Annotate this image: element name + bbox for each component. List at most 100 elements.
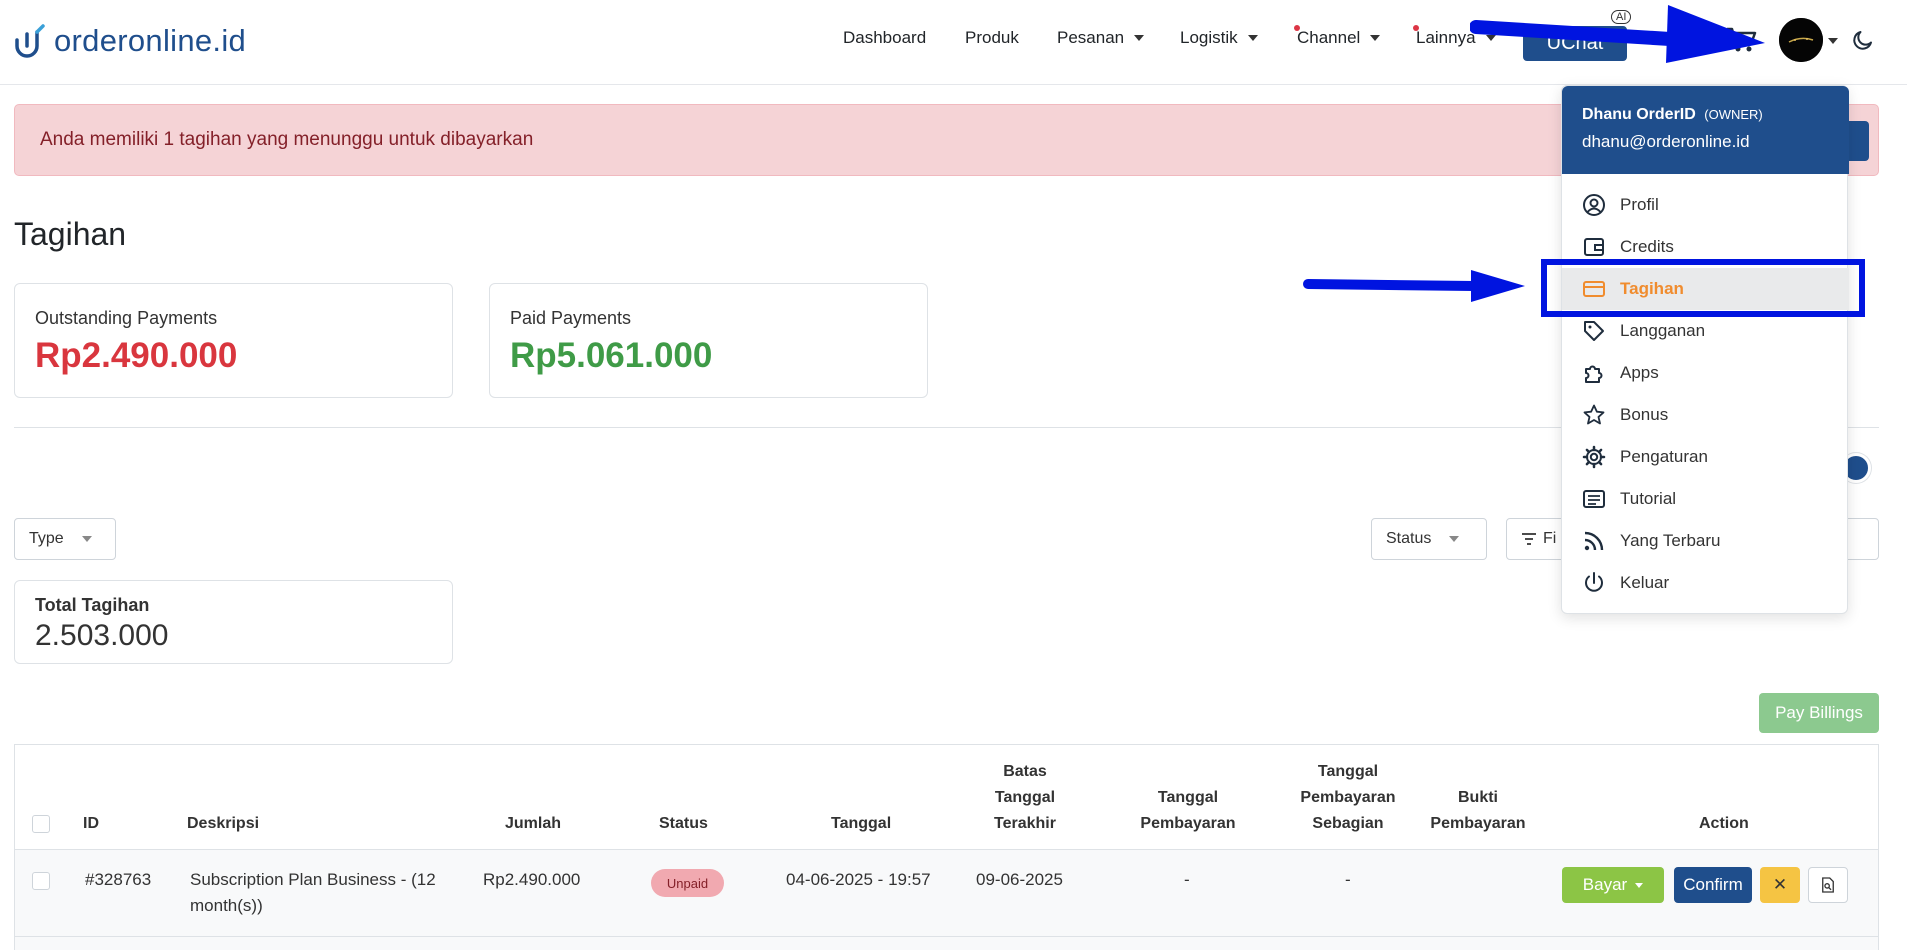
row-batas: 09-06-2025 <box>976 870 1063 889</box>
menu-item-apps[interactable]: Apps <box>1562 352 1849 394</box>
select-all-checkbox[interactable] <box>32 815 50 833</box>
top-navbar: orderonline.id Dashboard Produk Pesanan … <box>0 0 1907 85</box>
cancel-button[interactable]: ✕ <box>1760 867 1800 903</box>
user-name-line: Dhanu OrderID (OWNER) <box>1582 106 1829 124</box>
nav-dashboard[interactable]: Dashboard <box>843 28 926 48</box>
row-checkbox[interactable] <box>32 872 50 890</box>
chevron-down-icon[interactable] <box>1828 38 1838 44</box>
bayar-label: Bayar <box>1582 875 1628 894</box>
user-circle-icon <box>1583 194 1605 216</box>
total-value: 2.503.000 <box>35 619 169 652</box>
th-line: Pembayaran <box>1140 815 1236 832</box>
view-invoice-button[interactable] <box>1808 867 1848 903</box>
confirm-button[interactable]: Confirm <box>1674 867 1752 903</box>
menu-item-label: Pengaturan <box>1620 447 1708 466</box>
chevron-down-icon <box>81 536 92 542</box>
th-line: Batas <box>1003 763 1047 780</box>
total-tagihan-card: Total Tagihan 2.503.000 <box>14 580 453 664</box>
user-menu-header: Dhanu OrderID (OWNER) dhanu@orderonline.… <box>1562 86 1849 174</box>
star-icon <box>1583 404 1605 425</box>
paid-payments-card: Paid Payments Rp5.061.000 <box>489 283 928 398</box>
th-tanggal-pembayaran-sebagian: Tanggal Pembayaran Sebagian <box>1293 759 1403 837</box>
chevron-down-icon <box>1449 536 1460 542</box>
menu-item-label: Apps <box>1620 363 1659 382</box>
th-bukti-pembayaran: Bukti Pembayaran <box>1423 785 1533 837</box>
th-line: Pembayaran <box>1300 789 1396 806</box>
rss-icon <box>1584 531 1604 551</box>
nav-channel[interactable]: Channel <box>1294 25 1381 48</box>
row-tanggal-pembayaran: - <box>1184 870 1190 889</box>
pay-billings-button[interactable]: Pay Billings <box>1759 693 1879 733</box>
billing-table: ID Deskripsi Jumlah Status Tanggal Batas… <box>14 744 1879 950</box>
row-tanggal-pembayaran-sebagian: - <box>1345 870 1351 889</box>
chevron-down-icon <box>1635 882 1644 888</box>
user-role: (OWNER) <box>1704 107 1763 122</box>
menu-item-label: Yang Terbaru <box>1620 531 1721 550</box>
menu-item-label: Keluar <box>1620 573 1670 592</box>
power-icon <box>1585 572 1603 592</box>
nav-lainnya[interactable]: Lainnya <box>1413 25 1496 48</box>
tag-icon <box>1584 321 1604 341</box>
filter-icon <box>1522 533 1536 545</box>
notification-dot <box>1294 25 1300 31</box>
row-deskripsi: Subscription Plan Business - (12 month(s… <box>190 867 436 919</box>
th-line: Terakhir <box>994 815 1056 832</box>
bayar-button[interactable]: Bayar <box>1562 867 1664 903</box>
notification-dot <box>1413 25 1419 31</box>
cart-icon[interactable] <box>1725 26 1757 54</box>
menu-item-bonus[interactable]: Bonus <box>1562 394 1849 436</box>
menu-item-pengaturan[interactable]: Pengaturan <box>1562 436 1849 478</box>
menu-item-label: Bonus <box>1620 405 1669 424</box>
status-badge: Unpaid <box>651 869 724 897</box>
status-filter-label: Status <box>1386 530 1432 547</box>
th-id: ID <box>83 815 99 832</box>
menu-item-keluar[interactable]: Keluar <box>1562 562 1849 604</box>
avatar[interactable] <box>1779 18 1823 62</box>
th-action: Action <box>1699 815 1749 832</box>
th-line: Tanggal <box>1157 789 1219 806</box>
nav-pesanan[interactable]: Pesanan <box>1057 28 1145 48</box>
th-line: Sebagian <box>1312 815 1384 832</box>
logo-icon <box>15 24 45 58</box>
brand-logo[interactable]: orderonline.id <box>14 22 246 60</box>
alert-text: Anda memiliki 1 tagihan yang menunggu un… <box>40 129 534 150</box>
document-search-icon <box>1822 877 1834 893</box>
type-filter[interactable]: Type <box>14 518 116 560</box>
paid-label: Paid Payments <box>510 308 632 328</box>
status-filter[interactable]: Status <box>1371 518 1487 560</box>
menu-item-tutorial[interactable]: Tutorial <box>1562 478 1849 520</box>
row-divider <box>15 936 1878 937</box>
chevron-down-icon <box>1134 35 1145 41</box>
gear-icon <box>1582 445 1606 469</box>
type-filter-label: Type <box>29 530 64 547</box>
tagihan-highlight-box <box>1541 259 1865 317</box>
user-email: dhanu@orderonline.id <box>1582 132 1750 151</box>
annotation-arrow-icon <box>1303 270 1525 302</box>
menu-item-profil[interactable]: Profil <box>1562 184 1849 226</box>
th-status: Status <box>659 815 708 832</box>
chevron-down-icon <box>1370 35 1381 41</box>
moon-icon[interactable] <box>1851 28 1875 52</box>
menu-item-yang-terbaru[interactable]: Yang Terbaru <box>1562 520 1849 562</box>
nav-produk[interactable]: Produk <box>965 28 1019 48</box>
brand-name: orderonline.id <box>54 23 247 58</box>
menu-item-label: Tutorial <box>1620 489 1677 508</box>
nav-produk-label: Produk <box>965 28 1019 47</box>
th-deskripsi: Deskripsi <box>187 815 260 832</box>
nav-logistik[interactable]: Logistik <box>1180 28 1258 48</box>
th-tanggal: Tanggal <box>831 815 892 832</box>
paid-amount: Rp5.061.000 <box>510 336 713 375</box>
row-deskripsi-line: month(s)) <box>190 896 263 915</box>
th-jumlah: Jumlah <box>505 815 562 832</box>
outstanding-label: Outstanding Payments <box>35 308 218 328</box>
row-id: #328763 <box>85 870 152 889</box>
total-label: Total Tagihan <box>35 595 150 615</box>
uchat-button[interactable]: UChat <box>1523 26 1627 61</box>
menu-item-label: Credits <box>1620 237 1674 256</box>
nav-logistik-label: Logistik <box>1180 28 1238 47</box>
nav-dashboard-label: Dashboard <box>843 28 927 47</box>
wallet-icon <box>1584 238 1604 256</box>
user-menu-dropdown: Dhanu OrderID (OWNER) dhanu@orderonline.… <box>1561 85 1849 614</box>
th-line: Tanggal <box>994 789 1056 806</box>
outstanding-payments-card: Outstanding Payments Rp2.490.000 <box>14 283 453 398</box>
